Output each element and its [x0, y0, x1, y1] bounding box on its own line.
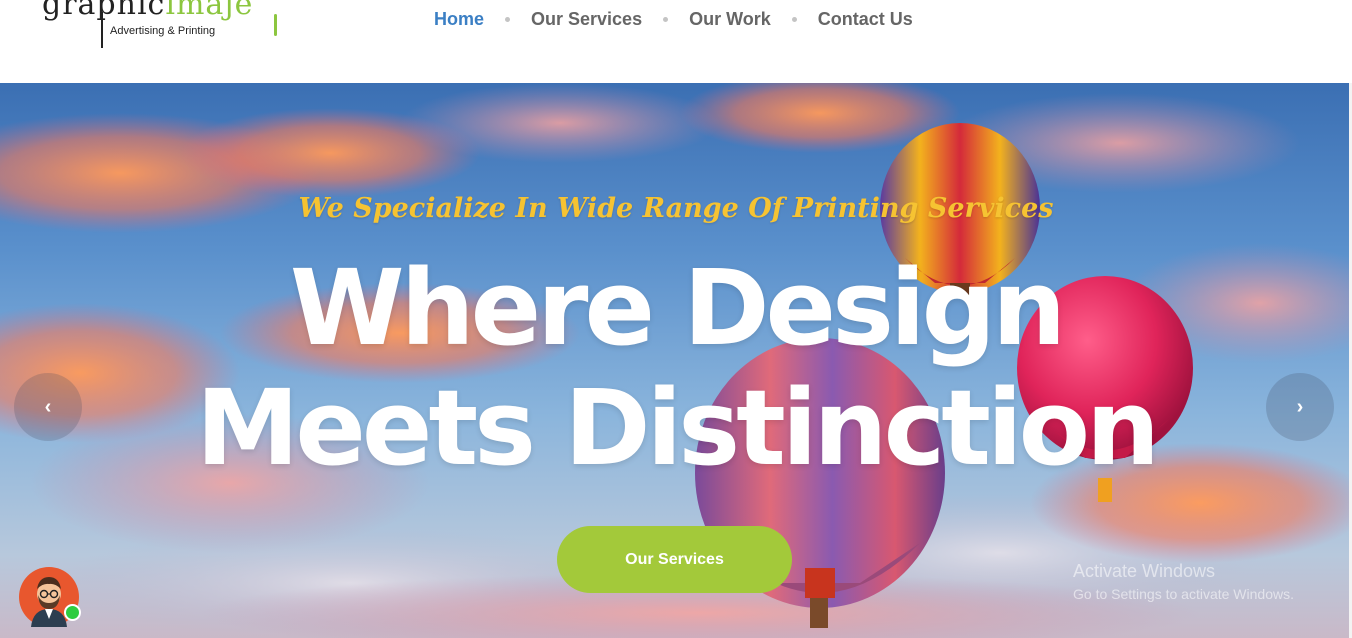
hero-headline-line2: Meets Distinction [195, 367, 1160, 489]
site-header: graphicimaje Advertising & Printing Home… [0, 0, 1352, 83]
hero-headline: Where Design Meets Distinction [0, 248, 1349, 488]
online-status-indicator [64, 604, 81, 621]
nav-item-our-services[interactable]: Our Services [531, 9, 642, 30]
nav-item-our-work[interactable]: Our Work [689, 9, 771, 30]
nav-item-contact-us[interactable]: Contact Us [818, 9, 913, 30]
slider-prev-button[interactable]: ‹ [14, 373, 82, 441]
logo-bracket [274, 14, 277, 36]
chevron-right-icon: › [1296, 396, 1304, 418]
hero-headline-line1: Where Design [289, 247, 1066, 369]
hero-slider: We Specialize In Wide Range Of Printing … [0, 83, 1349, 638]
chat-widget-button[interactable] [19, 567, 81, 627]
main-nav: Home Our Services Our Work Contact Us [434, 8, 913, 30]
chevron-left-icon: ‹ [44, 396, 52, 418]
nav-separator [663, 16, 669, 22]
hero-tagline: We Specialize In Wide Range Of Printing … [298, 193, 1054, 224]
logo-bar [101, 12, 103, 48]
watermark-subtitle: Go to Settings to activate Windows. [1073, 586, 1294, 602]
our-services-button[interactable]: Our Services [557, 526, 792, 593]
windows-activation-watermark: Activate Windows Go to Settings to activ… [1073, 561, 1294, 602]
slider-next-button[interactable]: › [1266, 373, 1334, 441]
logo[interactable]: graphicimaje Advertising & Printing [42, 0, 277, 52]
watermark-title: Activate Windows [1073, 561, 1216, 581]
logo-tagline: Advertising & Printing [110, 25, 216, 37]
nav-separator [505, 16, 511, 22]
nav-item-home[interactable]: Home [434, 9, 484, 30]
logo-wordmark: graphicimaje [42, 0, 254, 22]
nav-separator [791, 16, 797, 22]
